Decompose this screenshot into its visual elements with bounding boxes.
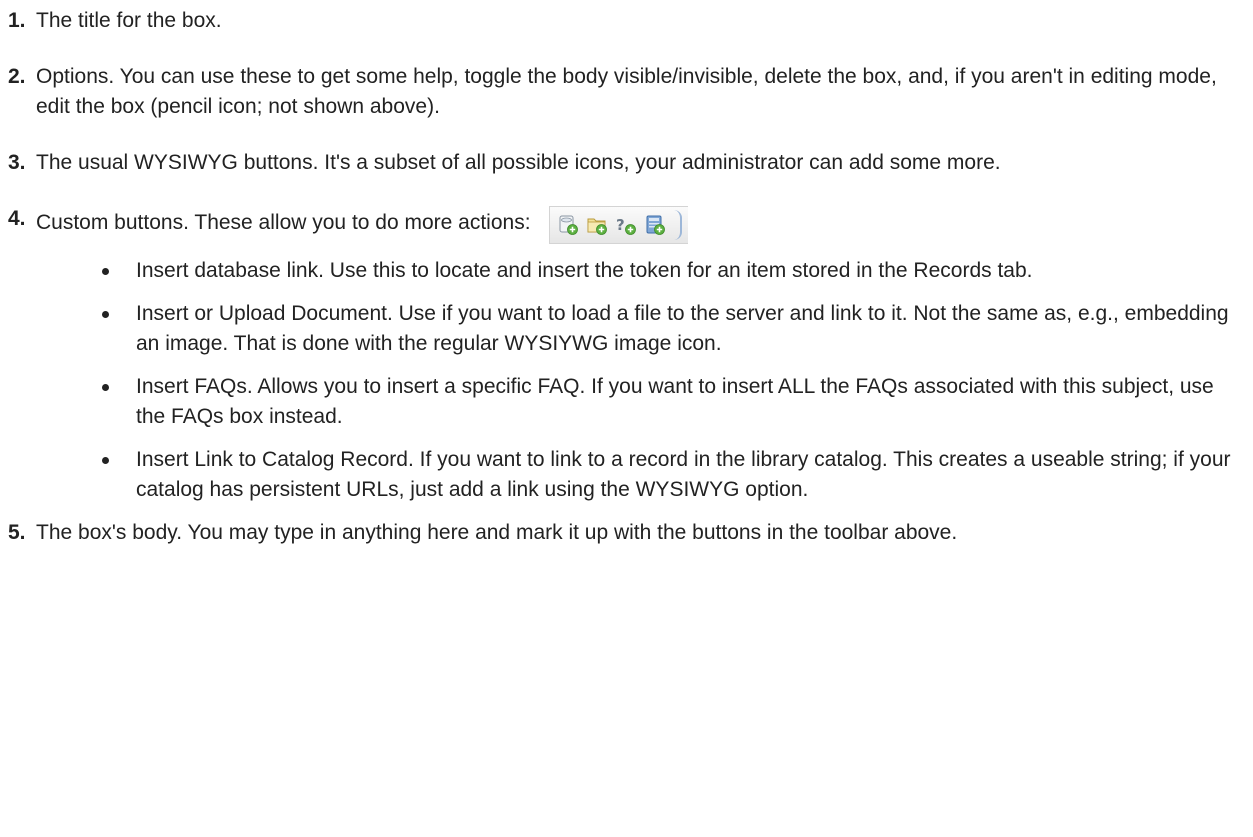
list-item-4: 4. Custom buttons. These allow you to do… — [8, 204, 1243, 505]
toolbar-end-cap — [672, 210, 682, 240]
insert-upload-document-icon — [585, 213, 609, 237]
item-number: 5. — [8, 521, 26, 544]
document: 1. The title for the box. 2. Options. Yo… — [8, 6, 1243, 548]
list-item-upload-document: Insert or Upload Document. Use if you wa… — [102, 299, 1243, 359]
item-text: The usual WYSIWYG buttons. It's a subset… — [36, 151, 1001, 174]
insert-faqs-icon: ? — [614, 213, 638, 237]
list-item-2: 2. Options. You can use these to get som… — [8, 62, 1243, 122]
list-item-3: 3. The usual WYSIWYG buttons. It's a sub… — [8, 148, 1243, 178]
custom-buttons-list: Insert database link. Use this to locate… — [36, 256, 1243, 505]
insert-catalog-link-icon — [643, 213, 667, 237]
list-item-database-link: Insert database link. Use this to locate… — [102, 256, 1243, 286]
list-item-catalog-record: Insert Link to Catalog Record. If you wa… — [102, 445, 1243, 505]
insert-database-link-icon — [556, 213, 580, 237]
item-text: The title for the box. — [36, 9, 222, 32]
item-text: Custom buttons. These allow you to do mo… — [36, 211, 531, 234]
list-item-faqs: Insert FAQs. Allows you to insert a spec… — [102, 372, 1243, 432]
list-item-5: 5. The box's body. You may type in anyth… — [8, 518, 1243, 548]
item-number: 1. — [8, 9, 26, 32]
item-text: Options. You can use these to get some h… — [36, 65, 1217, 118]
custom-buttons-toolbar: ? — [548, 206, 688, 244]
svg-text:?: ? — [616, 216, 625, 234]
item-text: The box's body. You may type in anything… — [36, 521, 958, 544]
item-number: 4. — [8, 207, 26, 230]
list-item-1: 1. The title for the box. — [8, 6, 1243, 36]
custom-buttons-line: Custom buttons. These allow you to do mo… — [36, 204, 1243, 244]
item-number: 2. — [8, 65, 26, 88]
item-number: 3. — [8, 151, 26, 174]
